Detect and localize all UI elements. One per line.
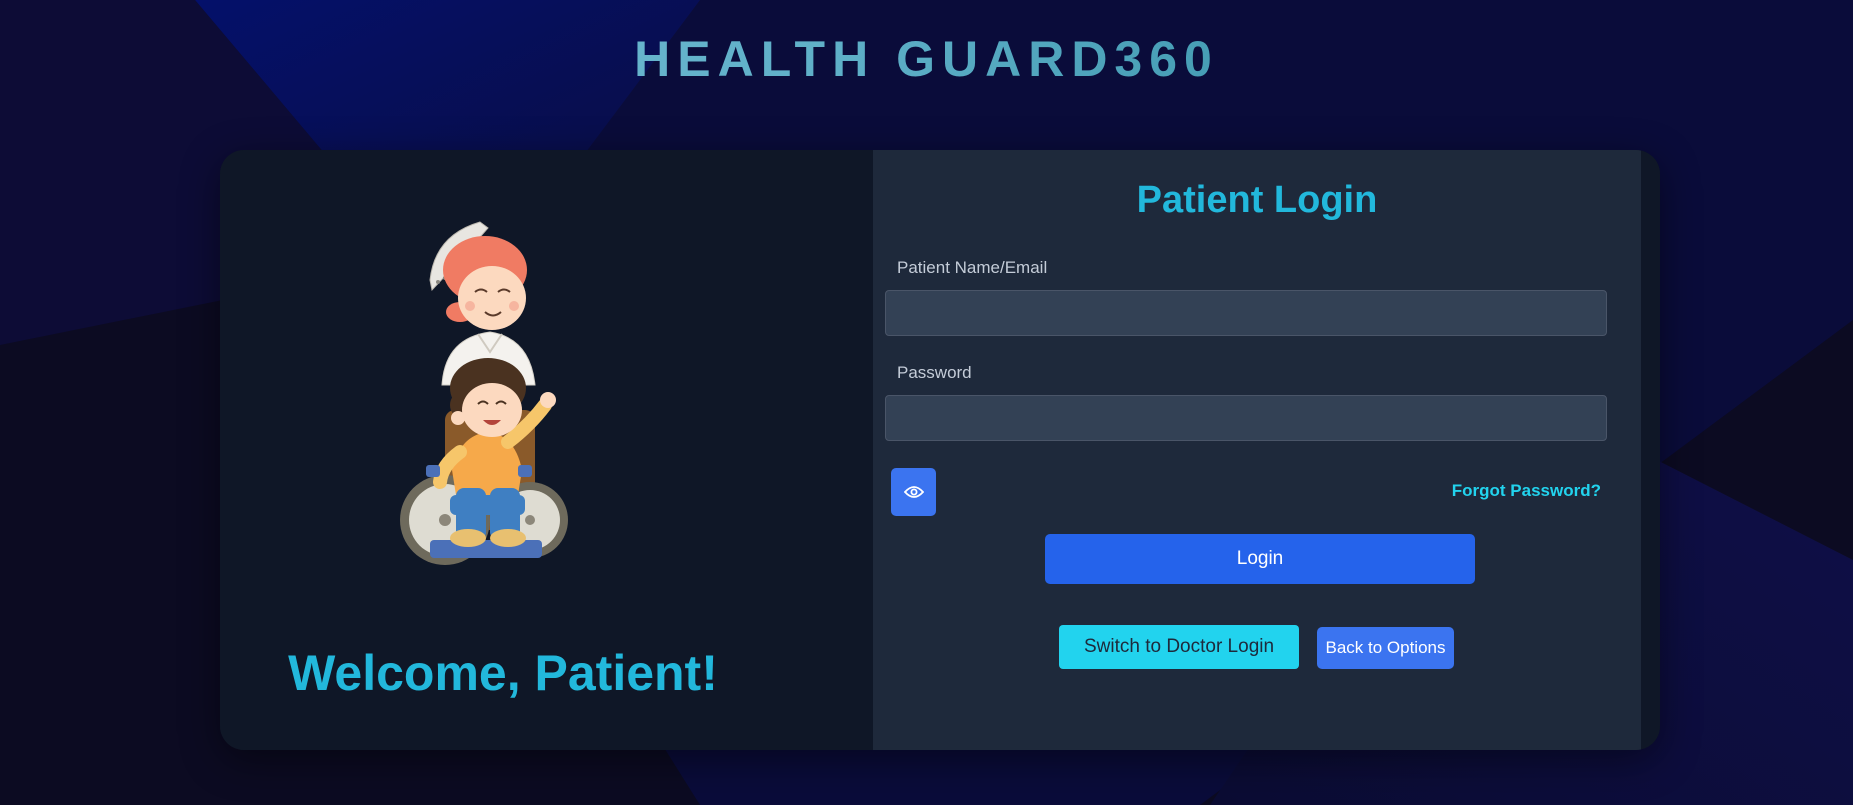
welcome-panel: Welcome, Patient! (220, 150, 873, 750)
welcome-heading: Welcome, Patient! (288, 645, 718, 701)
password-input[interactable] (885, 395, 1607, 441)
login-form-panel: Patient Login Patient Name/Email Passwor… (873, 150, 1641, 750)
name-email-input[interactable] (885, 290, 1607, 336)
nurse-wheelchair-illustration (400, 221, 568, 565)
forgot-password-link[interactable]: Forgot Password? (1452, 481, 1601, 501)
app-title: HEALTH GUARD360 (0, 30, 1853, 88)
eye-icon (903, 486, 924, 498)
name-label: Patient Name/Email (897, 258, 1048, 277)
login-card: Welcome, Patient! Patient Login Patient … (220, 150, 1660, 750)
password-label: Password (897, 363, 972, 382)
login-button[interactable]: Login (1045, 534, 1475, 584)
login-title: Patient Login (1136, 179, 1378, 221)
switch-doctor-login-button[interactable]: Switch to Doctor Login (1059, 625, 1299, 669)
back-to-options-button[interactable]: Back to Options (1317, 627, 1454, 669)
card-edge-strip (1641, 150, 1660, 750)
show-password-button[interactable] (891, 468, 936, 516)
